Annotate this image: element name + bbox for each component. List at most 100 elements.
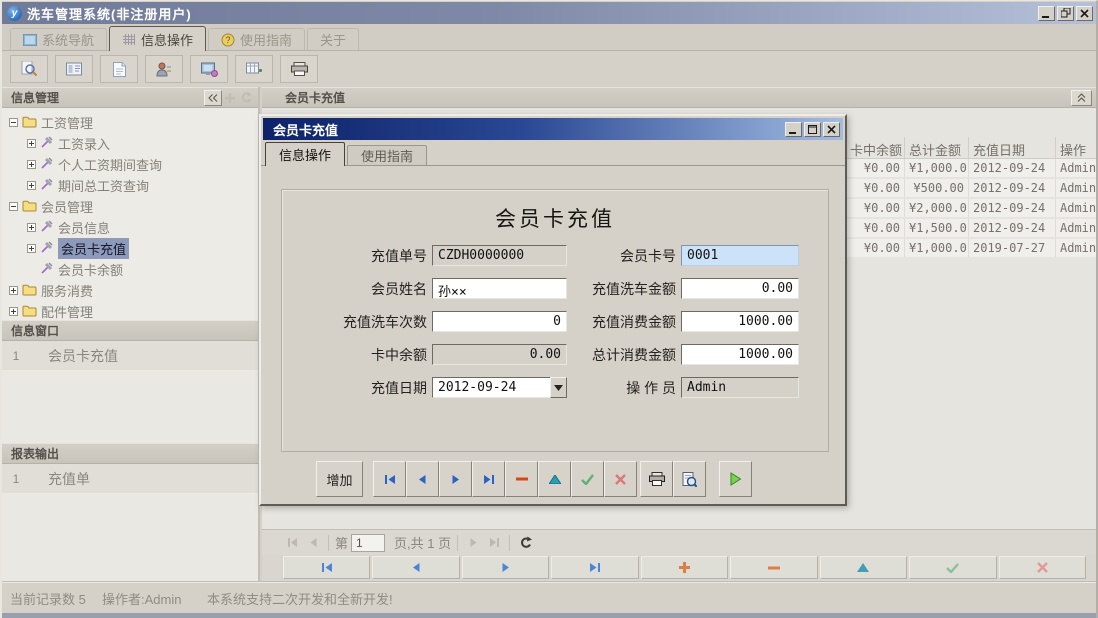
record-delete-icon[interactable] (730, 556, 817, 579)
col-total-amount[interactable]: 总计金额 (905, 137, 969, 158)
table-row[interactable]: ¥0.00 ¥1,500.0 2012-09-24 Admin (846, 219, 1096, 239)
tree-item-label[interactable]: 会员管理 (41, 197, 93, 216)
consume-amount-field[interactable]: 1000.00 (681, 311, 799, 332)
table-row[interactable]: ¥0.00 ¥1,000.0 2019-07-27 Admin (846, 239, 1096, 259)
collapse-minus-icon[interactable] (9, 118, 18, 127)
col-recharge-date[interactable]: 充值日期 (969, 137, 1056, 158)
next-record-icon[interactable] (439, 461, 472, 497)
cancel-record-icon[interactable] (604, 461, 637, 497)
dialog-tab-info-operation[interactable]: 信息操作 (265, 142, 345, 166)
print-preview-icon[interactable] (673, 461, 706, 497)
tree-item-member-card-balance[interactable]: 会员卡余额 (2, 259, 258, 280)
collapse-left-icon[interactable] (204, 90, 222, 106)
printer-icon[interactable] (280, 55, 318, 83)
page-next-icon[interactable] (464, 534, 482, 552)
tree-item-label[interactable]: 配件管理 (41, 302, 93, 321)
expand-plus-icon[interactable] (27, 223, 36, 232)
expand-plus-icon[interactable] (9, 286, 18, 295)
dialog-maximize-icon[interactable] (804, 122, 821, 137)
delete-record-icon[interactable] (505, 461, 538, 497)
collapse-minus-icon[interactable] (9, 202, 18, 211)
tree-item-salary-entry[interactable]: 工资录入 (2, 133, 258, 154)
add-tab-icon[interactable] (222, 90, 238, 106)
table-row[interactable]: ¥0.00 ¥1,000.0 2012-09-24 Admin (846, 159, 1096, 179)
member-name-field[interactable]: 孙×× (432, 278, 567, 299)
table-row[interactable]: ¥0.00 ¥500.00 2012-09-24 Admin (846, 179, 1096, 199)
table-row[interactable]: ¥0.00 ¥2,000.0 2012-09-24 Admin (846, 199, 1096, 219)
tab-user-guide[interactable]: ? 使用指南 (208, 28, 305, 50)
tab-info-operation[interactable]: 信息操作 (109, 26, 206, 51)
tree-item-member-mgmt[interactable]: 会员管理 (2, 196, 258, 217)
tree-item-label[interactable]: 工资录入 (58, 134, 110, 153)
total-consume-field[interactable]: 1000.00 (681, 344, 799, 365)
wash-amount-field[interactable]: 0.00 (681, 278, 799, 299)
document-icon[interactable] (100, 55, 138, 83)
tree-item-label[interactable]: 个人工资期间查询 (58, 155, 162, 174)
wash-count-field[interactable]: 0 (432, 311, 567, 332)
col-card-balance[interactable]: 卡中余额 (846, 137, 905, 158)
expand-plus-icon[interactable] (27, 244, 36, 253)
list-item-label[interactable]: 会员卡充值 (48, 346, 118, 366)
recharge-date-field[interactable]: 2012-09-24 (432, 377, 550, 398)
dialog-close-icon[interactable] (823, 122, 840, 137)
tree-item-member-info[interactable]: 会员信息 (2, 217, 258, 238)
record-cancel-icon[interactable] (999, 556, 1086, 579)
tree-item-service-consume[interactable]: 服务消费 (2, 280, 258, 301)
last-record-icon[interactable] (472, 461, 505, 497)
tree-item-salary-mgmt[interactable]: 工资管理 (2, 112, 258, 133)
search-icon[interactable] (10, 55, 48, 83)
save-record-icon[interactable] (571, 461, 604, 497)
page-prev-icon[interactable] (304, 534, 322, 552)
page-first-icon[interactable] (283, 534, 301, 552)
expand-plus-icon[interactable] (9, 307, 18, 316)
tab-about[interactable]: 关于 (307, 28, 359, 50)
tree-item-label[interactable]: 会员卡余额 (58, 260, 123, 279)
chevron-down-icon[interactable] (550, 377, 567, 398)
add-record-button[interactable]: 增加 (316, 461, 363, 497)
tree-item-parts-mgmt[interactable]: 配件管理 (2, 301, 258, 322)
col-operator[interactable]: 操作 (1056, 137, 1096, 158)
list-item[interactable]: 1 充值单 (2, 464, 258, 494)
tree-item-member-card-recharge[interactable]: 会员卡充值 (2, 238, 258, 259)
minimize-icon[interactable] (1038, 6, 1055, 21)
card-no-field[interactable]: 0001 (681, 245, 799, 266)
restore-icon[interactable] (1057, 6, 1074, 21)
operator-icon[interactable] (145, 55, 183, 83)
expand-plus-icon[interactable] (27, 160, 36, 169)
tab-system-nav[interactable]: 系统导航 (10, 28, 107, 50)
prev-record-icon[interactable] (406, 461, 439, 497)
close-icon[interactable] (1076, 6, 1093, 21)
tree-item-label[interactable]: 期间总工资查询 (58, 176, 149, 195)
dialog-titlebar[interactable]: 会员卡充值 (263, 118, 843, 140)
collapse-up-icon[interactable] (1071, 90, 1092, 106)
record-prev-icon[interactable] (372, 556, 459, 579)
report-icon[interactable] (55, 55, 93, 83)
table-add-icon[interactable] (235, 55, 273, 83)
page-refresh-icon[interactable] (516, 534, 534, 552)
record-first-icon[interactable] (283, 556, 370, 579)
expand-plus-icon[interactable] (27, 181, 36, 190)
print-icon[interactable] (640, 461, 673, 497)
tree-item-label[interactable]: 会员信息 (58, 218, 110, 237)
tree-item-label[interactable]: 服务消费 (41, 281, 93, 300)
page-last-icon[interactable] (485, 534, 503, 552)
list-item-label[interactable]: 充值单 (48, 469, 90, 489)
record-last-icon[interactable] (551, 556, 638, 579)
execute-icon[interactable] (719, 461, 752, 497)
list-item[interactable]: 1 会员卡充值 (2, 341, 258, 371)
monitor-ball-icon[interactable] (190, 55, 228, 83)
record-save-icon[interactable] (909, 556, 996, 579)
tree-item-period-salary-query[interactable]: 期间总工资查询 (2, 175, 258, 196)
expand-plus-icon[interactable] (27, 139, 36, 148)
page-number-input[interactable] (351, 534, 385, 552)
refresh-disabled-icon[interactable] (238, 90, 254, 106)
record-add-icon[interactable] (641, 556, 728, 579)
record-edit-icon[interactable] (820, 556, 907, 579)
dialog-tab-user-guide[interactable]: 使用指南 (347, 145, 427, 165)
edit-record-icon[interactable] (538, 461, 571, 497)
record-next-icon[interactable] (462, 556, 549, 579)
tree-item-label[interactable]: 工资管理 (41, 113, 93, 132)
dialog-minimize-icon[interactable] (785, 122, 802, 137)
first-record-icon[interactable] (373, 461, 406, 497)
tree-item-label[interactable]: 会员卡充值 (58, 238, 129, 259)
